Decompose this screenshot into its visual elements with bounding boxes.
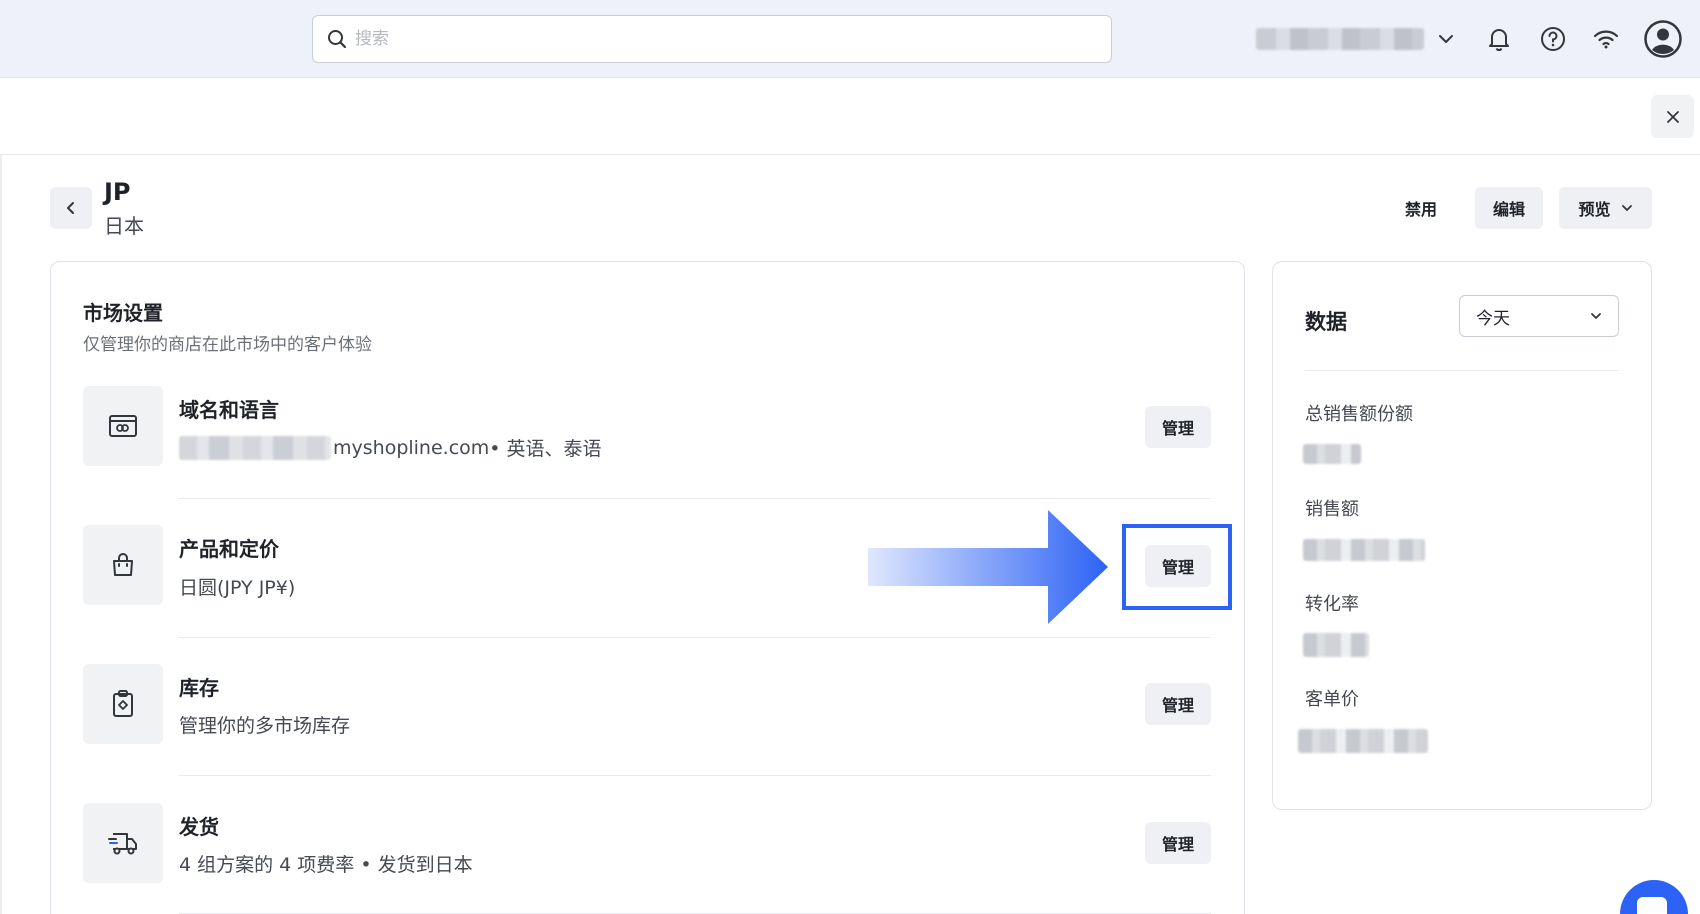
search-icon <box>328 30 347 49</box>
page-subtitle: 日本 <box>104 214 144 238</box>
row-title-domain-language: 域名和语言 <box>179 398 279 422</box>
domain-text: myshopline.com <box>333 436 490 459</box>
chevron-down-icon <box>1591 313 1601 319</box>
page-toolbar <box>0 79 1700 155</box>
row-desc-inventory: 管理你的多市场库存 <box>179 715 351 737</box>
avatar-icon[interactable] <box>1643 19 1683 59</box>
row-title-products-pricing: 产品和定价 <box>179 537 279 561</box>
page-title: JP <box>104 178 131 206</box>
data-title: 数据 <box>1305 310 1347 334</box>
section-description: 仅管理你的商店在此市场中的客户体验 <box>83 335 372 355</box>
divider <box>179 775 1211 776</box>
edit-button[interactable]: 编辑 <box>1475 187 1543 229</box>
redacted-value <box>1298 729 1428 753</box>
chevron-down-icon[interactable] <box>1429 22 1463 56</box>
metric-label-sales: 销售额 <box>1305 499 1359 520</box>
divider <box>179 637 1211 638</box>
account-name-redacted[interactable] <box>1256 28 1424 50</box>
pointer-arrow-icon <box>868 510 1108 624</box>
preview-button[interactable]: 预览 <box>1559 187 1652 229</box>
date-range-value: 今天 <box>1476 308 1510 329</box>
manage-domain-language-button[interactable]: 管理 <box>1145 406 1211 448</box>
redacted-subdomain <box>179 435 331 460</box>
row-title-shipping: 发货 <box>179 815 219 839</box>
section-title: 市场设置 <box>83 301 163 325</box>
search-box[interactable] <box>312 15 1112 63</box>
divider <box>0 155 2 914</box>
redacted-value <box>1303 633 1369 657</box>
row-desc-shipping: 4 组方案的 4 项费率 • 发货到日本 <box>179 854 473 876</box>
link-card-icon <box>83 386 163 466</box>
date-range-select[interactable]: 今天 <box>1459 295 1619 337</box>
language-text: • 英语、泰语 <box>489 438 602 460</box>
preview-button-label: 预览 <box>1578 200 1611 219</box>
chevron-down-icon <box>1621 205 1632 211</box>
back-button[interactable] <box>50 187 92 229</box>
manage-products-pricing-button[interactable]: 管理 <box>1145 545 1211 587</box>
wifi-icon[interactable] <box>1589 22 1623 56</box>
chevron-left-icon <box>67 202 74 214</box>
divider <box>179 498 1211 499</box>
row-desc-domain-language: myshopline.com • 英语、泰语 <box>179 434 602 461</box>
redacted-value <box>1303 444 1361 464</box>
metric-label-sales-share: 总销售额份额 <box>1305 404 1413 425</box>
metric-label-avg-order-value: 客单价 <box>1305 689 1359 710</box>
data-card <box>1272 261 1652 810</box>
bell-icon[interactable] <box>1482 22 1516 56</box>
clipboard-icon <box>83 664 163 744</box>
row-title-inventory: 库存 <box>179 676 219 700</box>
shopping-bag-icon <box>83 525 163 605</box>
metric-label-conversion-rate: 转化率 <box>1305 594 1359 615</box>
truck-icon <box>83 803 163 883</box>
disable-button[interactable]: 禁用 <box>1392 187 1450 229</box>
close-button[interactable] <box>1651 95 1694 138</box>
redacted-value <box>1303 539 1425 561</box>
manage-shipping-button[interactable]: 管理 <box>1145 822 1211 864</box>
manage-inventory-button[interactable]: 管理 <box>1145 683 1211 725</box>
close-icon <box>1666 110 1679 123</box>
search-input[interactable] <box>355 29 1075 49</box>
row-desc-products-pricing: 日圆(JPY JP¥) <box>179 577 296 599</box>
divider <box>1305 370 1619 371</box>
help-icon[interactable] <box>1536 22 1570 56</box>
chat-icon <box>1637 897 1667 914</box>
